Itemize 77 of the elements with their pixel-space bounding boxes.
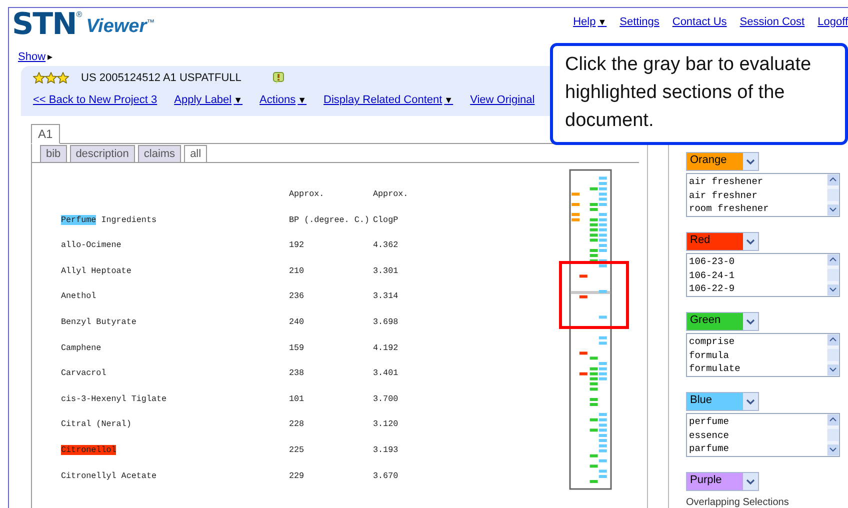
term-list[interactable]: air freshener air freshner room freshener [686, 173, 840, 217]
section-tab[interactable]: description [70, 145, 135, 162]
ingredient-name: Camphene [61, 342, 102, 353]
table-cell-text: 192 [289, 240, 306, 250]
ingredient-name: Citral (Neral) [61, 419, 132, 430]
table-cell-text: 3.120 [373, 419, 400, 430]
section-tab[interactable]: all [184, 145, 208, 162]
table-cell-text: 228 [289, 419, 306, 430]
table-cell-text: 101 [289, 394, 306, 404]
table-cell-text: 159 [289, 342, 306, 353]
table-cell-text: 236 [289, 291, 306, 302]
term-list[interactable]: perfume essence parfume [686, 413, 840, 457]
table-cell-text: 3.401 [373, 368, 400, 378]
record-title: US 2005124512 A1 USPATFULL [81, 72, 242, 84]
term-list[interactable]: comprise formula formulate [686, 333, 840, 377]
table-cell-text: 3.314 [373, 291, 400, 302]
table-cell-text: 3.301 [373, 266, 400, 276]
highlight-map-drawing[interactable] [569, 169, 612, 490]
document-tab[interactable]: A1 [31, 124, 60, 144]
table-cell-text: ClogP [373, 214, 400, 225]
nav-link[interactable]: Session Cost [740, 16, 805, 28]
color-select[interactable]: Red [686, 232, 759, 251]
table-cell-text: 3.670 [373, 470, 400, 481]
table-cell-text: 210 [289, 266, 306, 276]
ingredient-name: Perfume Ingredients [61, 214, 158, 225]
callout-box: Click the gray bar to evaluate highlighted sections of the document. [550, 43, 848, 145]
section-tab[interactable]: bib [40, 145, 67, 162]
ingredient-name: Allyl Heptoate [61, 266, 132, 276]
color-select[interactable]: Purple [686, 472, 759, 491]
term-list[interactable]: 106-23-0 106-24-1 106-22-9 [686, 253, 840, 297]
chevron-down-icon[interactable] [743, 473, 758, 490]
nav-link[interactable]: Contact Us [672, 16, 727, 28]
table-cell-text: 3.698 [373, 316, 400, 327]
table-cell-text: 3.700 [373, 394, 400, 404]
ingredient-name: Citronellyl Acetate [61, 470, 158, 481]
table-cell-text: 225 [289, 444, 306, 455]
nav-link[interactable]: Help ▼ [573, 16, 607, 28]
nav-link[interactable]: Settings [620, 16, 660, 28]
table-cell-text: BP (.degree. C.) [289, 214, 370, 225]
color-select[interactable]: Green [686, 312, 759, 331]
note-icon[interactable] [273, 72, 284, 84]
stn-viewer-logo: STN® Viewer™ [12, 10, 155, 44]
ingredient-name: Carvacrol [61, 368, 108, 378]
section-label: Overlapping Selections [686, 497, 790, 508]
ingredient-name: Citronellol [61, 444, 118, 455]
table-cell-text: 4.192 [373, 342, 400, 353]
ingredient-name: Benzyl Butyrate [61, 316, 138, 327]
chevron-down-icon[interactable] [743, 153, 758, 170]
table-cell-text: 240 [289, 316, 306, 327]
chevron-down-icon[interactable] [743, 233, 758, 250]
scrollbar-icon[interactable] [827, 414, 839, 456]
nav-link[interactable]: Logoff [818, 16, 848, 28]
ingredient-name: allo-Ocimene [61, 240, 122, 250]
color-select[interactable]: Orange [686, 152, 759, 171]
record-link[interactable]: Actions ▼ [260, 94, 307, 106]
scrollbar-icon[interactable] [827, 254, 839, 296]
scrollbar-icon[interactable] [827, 334, 839, 376]
record-link[interactable]: << Back to New Project 3 [33, 94, 158, 106]
record-link[interactable]: Display Related Content ▼ [324, 94, 454, 106]
column-heading: Approx. [289, 189, 326, 199]
record-link[interactable]: View Original [470, 94, 535, 106]
section-tab[interactable]: claims [138, 145, 182, 162]
table-cell-text: 229 [289, 470, 306, 481]
chevron-down-icon[interactable] [743, 313, 758, 330]
color-select[interactable]: Blue [686, 392, 759, 411]
chevron-down-icon[interactable] [743, 393, 758, 410]
column-heading: Approx. [373, 189, 410, 199]
table-cell-text: 3.193 [373, 444, 400, 455]
selection-frame [559, 261, 629, 329]
table-cell-text: 4.362 [373, 240, 400, 250]
show-link[interactable]: Show [18, 51, 46, 63]
record-link[interactable]: Apply Label ▼ [174, 94, 243, 106]
ingredient-name: Anethol [61, 291, 98, 302]
expand-arrow: ▸ [48, 51, 53, 63]
scrollbar-icon[interactable] [827, 174, 839, 216]
ingredient-name: cis-3-Hexenyl Tiglate [61, 394, 168, 404]
table-cell-text: 238 [289, 368, 306, 378]
